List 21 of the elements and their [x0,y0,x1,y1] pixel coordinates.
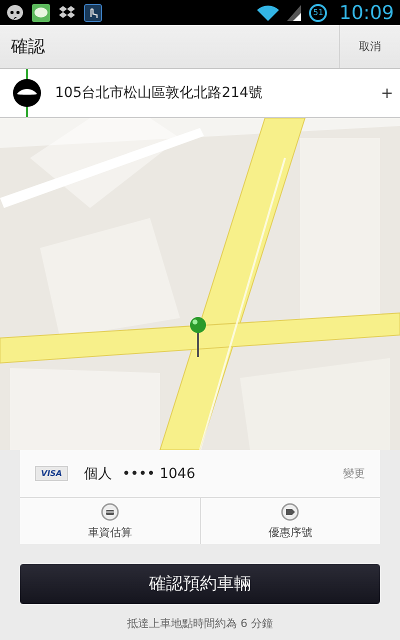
battery-icon: 51 [309,4,328,22]
box-icon[interactable] [58,4,76,20]
change-button[interactable]: 變更 [343,466,365,481]
signal-icon [287,4,302,20]
eta-note: 抵達上車地點時間約為 6 分鐘 [127,616,273,631]
chat-app-icon[interactable] [32,4,50,22]
add-button[interactable]: + [374,84,400,102]
clock-time: 10:09 [339,2,394,24]
confirm-booking-button[interactable]: 確認預約車輛 [20,564,380,604]
cancel-button[interactable]: 取消 [339,25,400,68]
payment-profile: 個人 [84,464,112,482]
card-brand-logo: VISA [35,466,68,481]
map-pin-icon [189,317,207,357]
action-button[interactable]: 優惠序號 [200,498,380,544]
pickup-address[interactable]: 105台北市松山區敦化北路214號 [55,84,374,102]
screen-title: 確認 [10,36,46,59]
card-number: •••• 1046 [122,466,196,482]
wifi-icon [257,4,280,20]
card-icon [100,502,119,520]
tag-icon [281,502,300,520]
action-button[interactable]: 車資估算 [20,498,200,544]
